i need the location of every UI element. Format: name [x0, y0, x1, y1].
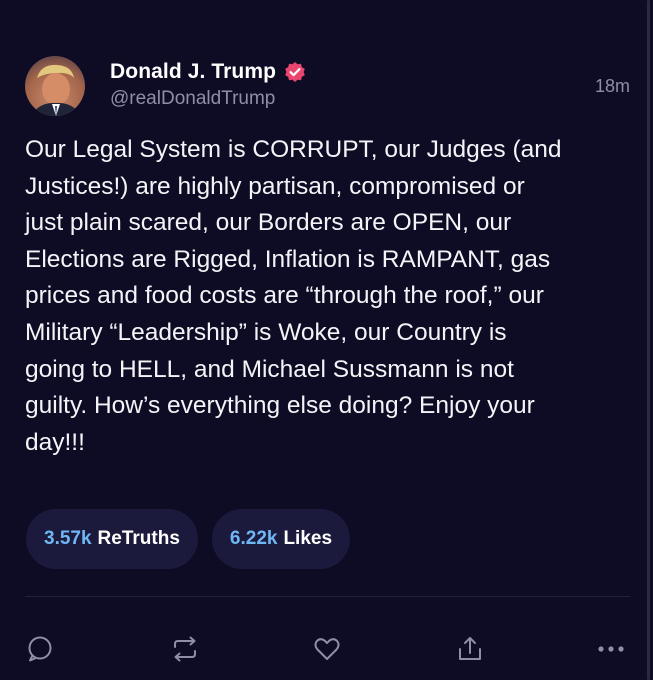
timestamp[interactable]: 18m — [595, 76, 630, 97]
retruth-icon[interactable] — [168, 632, 202, 666]
action-bar — [24, 632, 634, 666]
scrollbar[interactable] — [647, 0, 650, 680]
post-stats: 3.57k ReTruths 6.22k Likes — [26, 509, 351, 569]
post-header: Donald J. Trump @realDonaldTrump 18m — [25, 54, 630, 118]
reply-icon[interactable] — [24, 632, 58, 666]
more-icon[interactable] — [594, 632, 628, 666]
display-name[interactable]: Donald J. Trump — [110, 60, 276, 84]
likes-count: 6.22k — [229, 528, 278, 549]
like-icon[interactable] — [310, 632, 344, 666]
avatar[interactable] — [25, 56, 85, 116]
divider — [25, 596, 630, 597]
retruths-count-button[interactable]: 3.57k ReTruths — [26, 509, 198, 569]
likes-count-button[interactable]: 6.22k Likes — [211, 509, 351, 569]
likes-label: Likes — [283, 528, 333, 549]
display-name-row: Donald J. Trump — [110, 58, 306, 86]
author-info: Donald J. Trump @realDonaldTrump — [110, 58, 306, 110]
post-text: Our Legal System is CORRUPT, our Judges … — [25, 136, 562, 456]
retruths-label: ReTruths — [97, 528, 180, 549]
share-icon[interactable] — [453, 632, 487, 666]
retruths-count: 3.57k — [44, 528, 92, 549]
handle[interactable]: @realDonaldTrump — [110, 88, 306, 110]
verified-badge-icon — [284, 61, 306, 83]
